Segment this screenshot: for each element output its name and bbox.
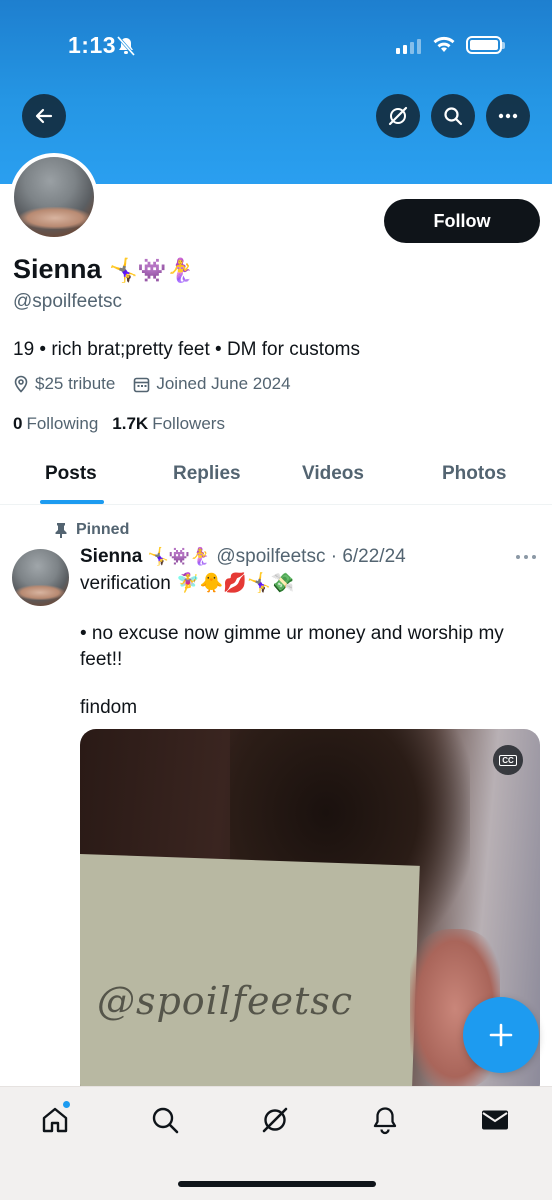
following-label: Following bbox=[26, 414, 99, 433]
status-time: 1:13 bbox=[68, 32, 117, 58]
calendar-icon bbox=[134, 377, 150, 392]
followers-count: 1.7K bbox=[112, 414, 149, 433]
search-icon bbox=[444, 107, 463, 126]
following-link[interactable]: 0 Following bbox=[13, 414, 98, 434]
follow-stats: 0 Following 1.7K Followers bbox=[13, 414, 239, 434]
compose-button[interactable] bbox=[463, 997, 539, 1073]
grok-icon bbox=[388, 106, 408, 126]
profile-bio: 19 • rich brat;pretty feet • DM for cust… bbox=[13, 339, 360, 360]
home-icon[interactable] bbox=[40, 1105, 70, 1135]
tab-posts[interactable]: Posts bbox=[45, 463, 97, 485]
post-text-line: • no excuse now gimme ur money and worsh… bbox=[80, 623, 504, 644]
followers-link[interactable]: 1.7K Followers bbox=[112, 414, 225, 434]
bell-off-icon bbox=[117, 36, 135, 56]
followers-label: Followers bbox=[152, 414, 225, 433]
post-text-line: feet!! bbox=[80, 649, 123, 670]
notification-dot bbox=[62, 1100, 71, 1109]
profile-avatar[interactable] bbox=[10, 153, 98, 241]
profile-banner[interactable] bbox=[0, 0, 552, 184]
profile-location-text: $25 tribute bbox=[35, 374, 116, 393]
cellular-signal-icon bbox=[396, 38, 421, 54]
closed-captions-button[interactable]: CC bbox=[493, 745, 523, 775]
profile-display-name: Sienna 🤸‍♀️👾🧜‍♀️ bbox=[13, 254, 195, 285]
tab-photos[interactable]: Photos bbox=[442, 463, 506, 485]
wifi-icon bbox=[433, 36, 455, 52]
grok-button[interactable] bbox=[376, 94, 420, 138]
profile-joined-text: Joined June 2024 bbox=[156, 374, 291, 393]
pin-icon bbox=[55, 523, 67, 538]
follow-button[interactable]: Follow bbox=[384, 199, 540, 243]
profile-name-emoji: 🤸‍♀️👾🧜‍♀️ bbox=[109, 257, 195, 283]
active-tab-indicator bbox=[40, 500, 104, 504]
tab-replies[interactable]: Replies bbox=[173, 463, 241, 485]
bell-icon[interactable] bbox=[370, 1105, 400, 1135]
status-bar: 1:13 bbox=[0, 30, 552, 62]
profile-handle: @spoilfeetsc bbox=[13, 291, 123, 312]
more-icon bbox=[498, 113, 518, 119]
location-pin-icon bbox=[14, 375, 28, 393]
profile-meta: $25 tribute Joined June 2024 bbox=[13, 374, 309, 394]
post-text-line: findom bbox=[80, 697, 138, 718]
post-avatar[interactable] bbox=[12, 549, 69, 606]
grok-icon[interactable] bbox=[260, 1105, 290, 1135]
pinned-label: Pinned bbox=[54, 521, 129, 539]
profile-tabs: Posts Replies Videos Photos bbox=[0, 450, 552, 505]
verification-sign: @spoilfeetsc bbox=[80, 854, 420, 1100]
arrow-left-icon bbox=[35, 108, 53, 124]
post-author-name[interactable]: Sienna bbox=[80, 546, 142, 567]
plus-icon bbox=[489, 1023, 513, 1047]
post-header: Sienna 🤸‍♀️👾🧜‍♀️ @spoilfeetsc · 6/22/24 bbox=[80, 546, 406, 568]
profile-location: $25 tribute bbox=[13, 374, 115, 394]
mail-icon[interactable] bbox=[480, 1105, 510, 1135]
search-icon[interactable] bbox=[150, 1105, 180, 1135]
post-author-emoji: 🤸‍♀️👾🧜‍♀️ bbox=[147, 547, 212, 566]
cc-icon: CC bbox=[499, 754, 517, 766]
back-button[interactable] bbox=[22, 94, 66, 138]
profile-joined: Joined June 2024 bbox=[133, 374, 291, 394]
verification-sign-text: @spoilfeetsc bbox=[96, 979, 354, 1024]
battery-icon bbox=[466, 36, 505, 54]
more-button[interactable] bbox=[486, 94, 530, 138]
post-text-line: verification 🧚‍♀️🐥💋🤸‍♀️💸 bbox=[80, 573, 295, 594]
post-more-icon[interactable] bbox=[515, 554, 537, 560]
following-count: 0 bbox=[13, 414, 23, 433]
pinned-text: Pinned bbox=[76, 521, 130, 538]
tab-videos[interactable]: Videos bbox=[302, 463, 364, 485]
post-author-meta: @spoilfeetsc · 6/22/24 bbox=[216, 546, 406, 567]
profile-name-text: Sienna bbox=[13, 254, 102, 284]
search-button[interactable] bbox=[431, 94, 475, 138]
home-indicator bbox=[178, 1181, 376, 1187]
